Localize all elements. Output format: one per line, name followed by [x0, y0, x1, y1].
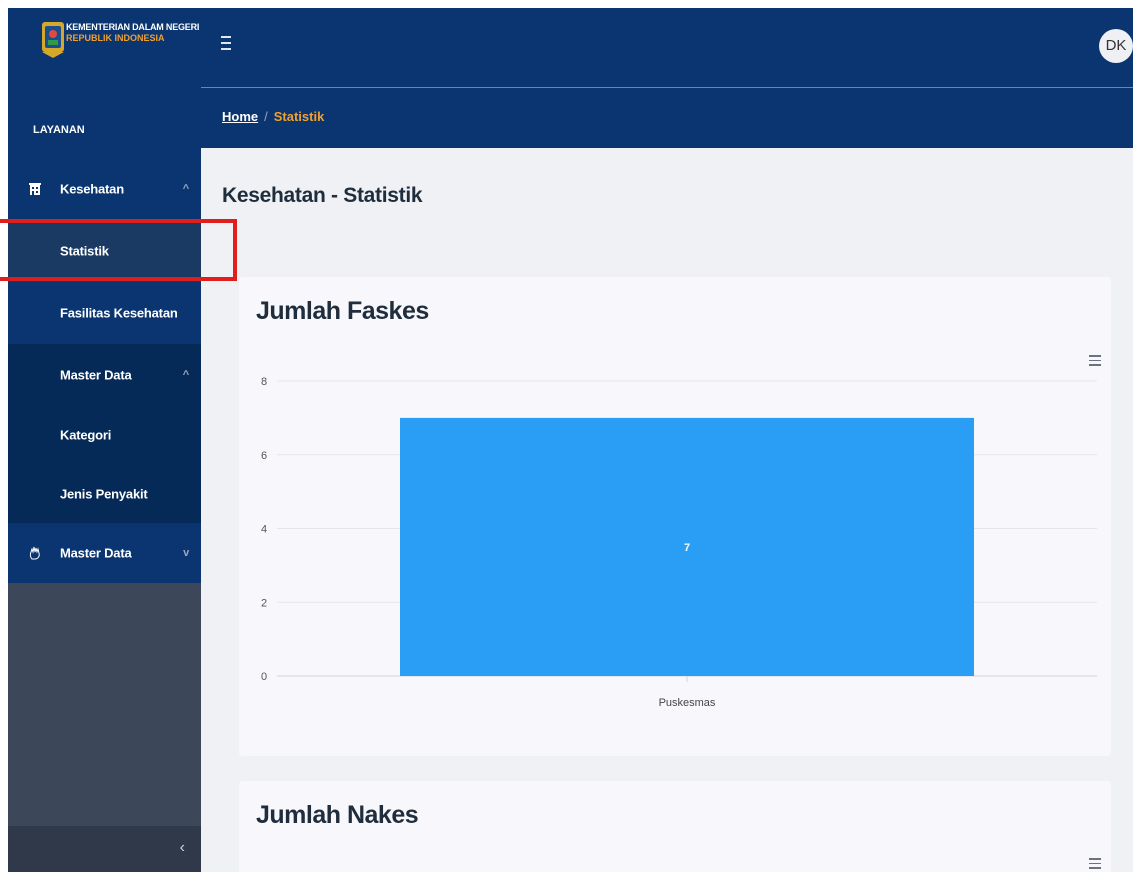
building-icon — [29, 183, 41, 195]
sidebar-item-kesehatan[interactable]: Kesehatan ^ — [8, 158, 201, 220]
brand[interactable]: KEMENTERIAN DALAM NEGERI REPUBLIK INDONE… — [8, 8, 201, 88]
sidebar-item-fasilitas-kesehatan[interactable]: Fasilitas Kesehatan — [8, 282, 201, 344]
chevron-down-icon: v — [183, 547, 189, 559]
brand-ministry-name: KEMENTERIAN DALAM NEGERI — [66, 22, 200, 32]
sidebar-item-kategori[interactable]: Kategori — [8, 406, 201, 464]
sidebar-item-jenis-penyakit[interactable]: Jenis Penyakit — [8, 464, 201, 523]
bar-data-label: 7 — [684, 542, 690, 554]
y-tick-label: 8 — [261, 376, 267, 388]
chart-card-nakes: Jumlah Nakes — [239, 781, 1111, 872]
garuda-emblem-icon — [42, 22, 64, 58]
chevron-up-icon: ^ — [182, 369, 189, 381]
y-tick-label: 6 — [261, 450, 267, 462]
sidebar-item-label: Master Data — [60, 545, 132, 561]
topbar: DK — [201, 8, 1133, 88]
sidebar-item-master-data-sub[interactable]: Master Data ^ — [8, 344, 201, 406]
hand-icon — [29, 546, 40, 560]
breadcrumb-home-link[interactable]: Home — [222, 109, 258, 124]
sidebar-item-label: Master Data — [60, 367, 132, 383]
sidebar-item-master-data[interactable]: Master Data v — [8, 523, 201, 583]
main-content: Kesehatan - Statistik Jumlah Faskes 0246… — [201, 148, 1133, 872]
chart-menu-icon[interactable] — [1089, 858, 1101, 870]
chevron-up-icon: ^ — [182, 183, 189, 195]
sidebar-item-label: Jenis Penyakit — [60, 486, 148, 501]
sidebar-item-label: Kesehatan — [60, 181, 124, 197]
y-tick-label: 0 — [261, 671, 267, 683]
breadcrumb: Home / Statistik — [222, 109, 324, 124]
chart-card-title: Jumlah Nakes — [256, 801, 419, 829]
sidebar: KEMENTERIAN DALAM NEGERI REPUBLIK INDONE… — [8, 8, 201, 872]
highlight-box — [0, 219, 237, 281]
page-title: Kesehatan - Statistik — [222, 184, 423, 207]
sidebar-item-label: Kategori — [60, 427, 112, 443]
sidebar-item-label: Fasilitas Kesehatan — [60, 305, 178, 321]
avatar[interactable]: DK — [1099, 29, 1133, 63]
chart-card-faskes: Jumlah Faskes 0 2 4 6 8 7 Puskesmas — [239, 277, 1111, 756]
y-tick-label: 4 — [261, 524, 267, 536]
bar-chart-svg: 0 2 4 6 8 7 Puskesmas — [261, 376, 1097, 709]
sidebar-footer: ‹ — [8, 826, 201, 872]
x-tick-label: Puskesmas — [659, 697, 716, 709]
section-label: LAYANAN — [8, 88, 201, 158]
breadcrumb-bar: Home / Statistik — [201, 88, 1133, 148]
collapse-sidebar-icon[interactable]: ‹ — [180, 839, 185, 857]
breadcrumb-current: Statistik — [273, 109, 325, 124]
menu-toggle-icon[interactable] — [221, 36, 231, 52]
breadcrumb-separator: / — [264, 109, 268, 124]
y-tick-label: 2 — [261, 597, 267, 609]
brand-country-name: REPUBLIK INDONESIA — [66, 33, 165, 43]
